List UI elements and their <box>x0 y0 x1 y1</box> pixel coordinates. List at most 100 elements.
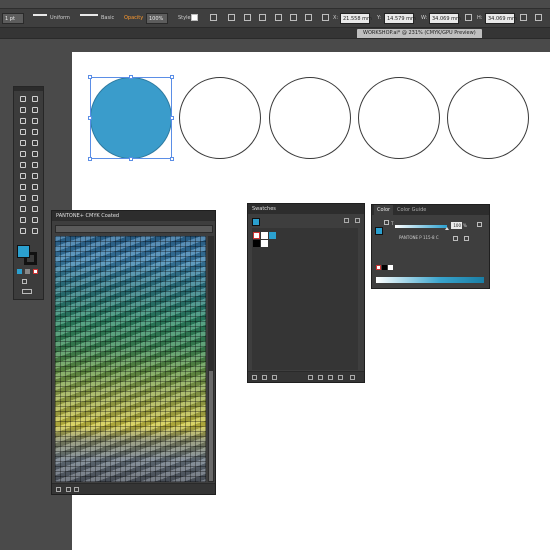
library-menu-icon[interactable] <box>56 487 61 492</box>
width-field[interactable]: 34.069 mm <box>429 13 461 24</box>
selection-handle[interactable] <box>129 75 133 79</box>
black-color-icon[interactable] <box>382 265 387 270</box>
show-kinds-icon[interactable] <box>272 375 277 380</box>
previous-library-icon[interactable] <box>66 487 71 492</box>
recolor-icon[interactable] <box>210 14 217 21</box>
transform-icon[interactable] <box>520 14 527 21</box>
tint-slider-thumb[interactable] <box>445 227 449 230</box>
grid-view-icon[interactable] <box>355 218 360 223</box>
swatch-black[interactable] <box>253 240 260 247</box>
edit-swatch-icon[interactable] <box>338 375 343 380</box>
type-tool-icon[interactable] <box>18 128 28 137</box>
opacity-label[interactable]: Opacity <box>124 13 143 24</box>
panel-header[interactable]: PANTONE+ CMYK Coated <box>52 211 215 221</box>
align-center-icon[interactable] <box>244 14 251 21</box>
selection-handle[interactable] <box>88 157 92 161</box>
width-tool-icon[interactable] <box>30 172 40 181</box>
align-middle-icon[interactable] <box>290 14 297 21</box>
new-color-group-icon[interactable] <box>318 375 323 380</box>
opacity-field[interactable]: 100% <box>146 13 168 24</box>
swatch-pantone[interactable] <box>269 232 276 239</box>
add-to-library-icon[interactable] <box>262 375 267 380</box>
list-view-icon[interactable] <box>344 218 349 223</box>
scrollbar-thumb[interactable] <box>209 371 213 481</box>
y-field[interactable]: 14.579 mm <box>384 13 416 24</box>
swatch-fill-indicator[interactable] <box>252 218 260 226</box>
tab-color-guide[interactable]: Color Guide <box>394 205 429 215</box>
delete-swatch-icon[interactable] <box>350 375 355 380</box>
white-color-icon[interactable] <box>388 265 393 270</box>
mesh-tool-icon[interactable] <box>30 194 40 203</box>
color-spectrum-ramp[interactable] <box>376 277 484 283</box>
document-tab[interactable]: WORKSHOP.ai* @ 231% (CMYK/GPU Preview) <box>357 29 482 38</box>
align-right-icon[interactable] <box>259 14 266 21</box>
curvature-tool-icon[interactable] <box>30 117 40 126</box>
tint-slider-track[interactable] <box>395 225 447 228</box>
x-field[interactable]: 21.558 mm <box>340 13 372 24</box>
selection-handle[interactable] <box>88 75 92 79</box>
pantone-swatch-grid[interactable] <box>55 236 206 482</box>
none-color-icon[interactable] <box>376 265 381 270</box>
zoom-tool-icon[interactable] <box>30 227 40 236</box>
stroke-profile-dropdown[interactable]: Uniform <box>50 13 70 24</box>
selection-handle[interactable] <box>129 157 133 161</box>
pencil-tool-icon[interactable] <box>30 150 40 159</box>
color-fill-swatch[interactable] <box>375 227 383 235</box>
scale-tool-icon[interactable] <box>18 172 28 181</box>
hand-tool-icon[interactable] <box>18 227 28 236</box>
tint-value-field[interactable]: 100 <box>451 222 462 229</box>
selection-handle[interactable] <box>170 75 174 79</box>
gradient-mode-icon[interactable] <box>25 269 30 274</box>
draw-mode-icon[interactable] <box>22 279 27 284</box>
panel-menu-icon[interactable] <box>535 14 542 21</box>
panel-header[interactable]: Swatches <box>248 204 364 214</box>
web-safe-icon[interactable] <box>464 236 469 241</box>
circle-empty[interactable] <box>179 77 261 159</box>
selection-handle[interactable] <box>170 116 174 120</box>
swatch-libraries-icon[interactable] <box>252 375 257 380</box>
line-tool-icon[interactable] <box>30 128 40 137</box>
eraser-tool-icon[interactable] <box>18 161 28 170</box>
pen-tool-icon[interactable] <box>18 117 28 126</box>
selection-handle[interactable] <box>88 116 92 120</box>
selection-tool-icon[interactable] <box>18 95 28 104</box>
stroke-indicator-icon[interactable] <box>384 220 389 225</box>
constrain-proportions-icon[interactable] <box>465 14 472 21</box>
rectangle-tool-icon[interactable] <box>18 139 28 148</box>
align-left-icon[interactable] <box>228 14 235 21</box>
selection-handle[interactable] <box>170 157 174 161</box>
height-field[interactable]: 34.069 mm <box>485 13 517 24</box>
tab-color[interactable]: Color <box>374 205 394 215</box>
out-of-gamut-icon[interactable] <box>453 236 458 241</box>
reference-point-icon[interactable] <box>322 14 329 21</box>
stroke-weight-field[interactable]: 1 pt <box>2 13 24 24</box>
magic-wand-tool-icon[interactable] <box>18 106 28 115</box>
color-mode-icon[interactable] <box>17 269 22 274</box>
shape-builder-tool-icon[interactable] <box>30 183 40 192</box>
swatch-white[interactable] <box>261 240 268 247</box>
align-bottom-icon[interactable] <box>305 14 312 21</box>
fill-color-swatch[interactable] <box>17 245 30 258</box>
swatch-list[interactable] <box>252 228 358 370</box>
circle-empty[interactable] <box>358 77 440 159</box>
direct-selection-tool-icon[interactable] <box>30 95 40 104</box>
swatch-link-icon[interactable] <box>477 222 482 227</box>
gradient-tool-icon[interactable] <box>18 205 28 214</box>
paintbrush-tool-icon[interactable] <box>30 139 40 148</box>
new-swatch-icon[interactable] <box>328 375 333 380</box>
graphic-style-icon[interactable] <box>191 14 198 21</box>
free-transform-tool-icon[interactable] <box>18 183 28 192</box>
perspective-grid-tool-icon[interactable] <box>18 194 28 203</box>
blend-tool-icon[interactable] <box>18 216 28 225</box>
library-search-input[interactable] <box>55 225 213 233</box>
rotate-tool-icon[interactable] <box>30 161 40 170</box>
next-library-icon[interactable] <box>74 487 79 492</box>
shaper-tool-icon[interactable] <box>18 150 28 159</box>
swatch-none[interactable] <box>253 232 260 239</box>
swatch-options-icon[interactable] <box>308 375 313 380</box>
none-mode-icon[interactable] <box>33 269 38 274</box>
panel-grip[interactable] <box>14 87 43 91</box>
circle-empty[interactable] <box>447 77 529 159</box>
lasso-tool-icon[interactable] <box>30 106 40 115</box>
swatch-registration[interactable] <box>261 232 268 239</box>
